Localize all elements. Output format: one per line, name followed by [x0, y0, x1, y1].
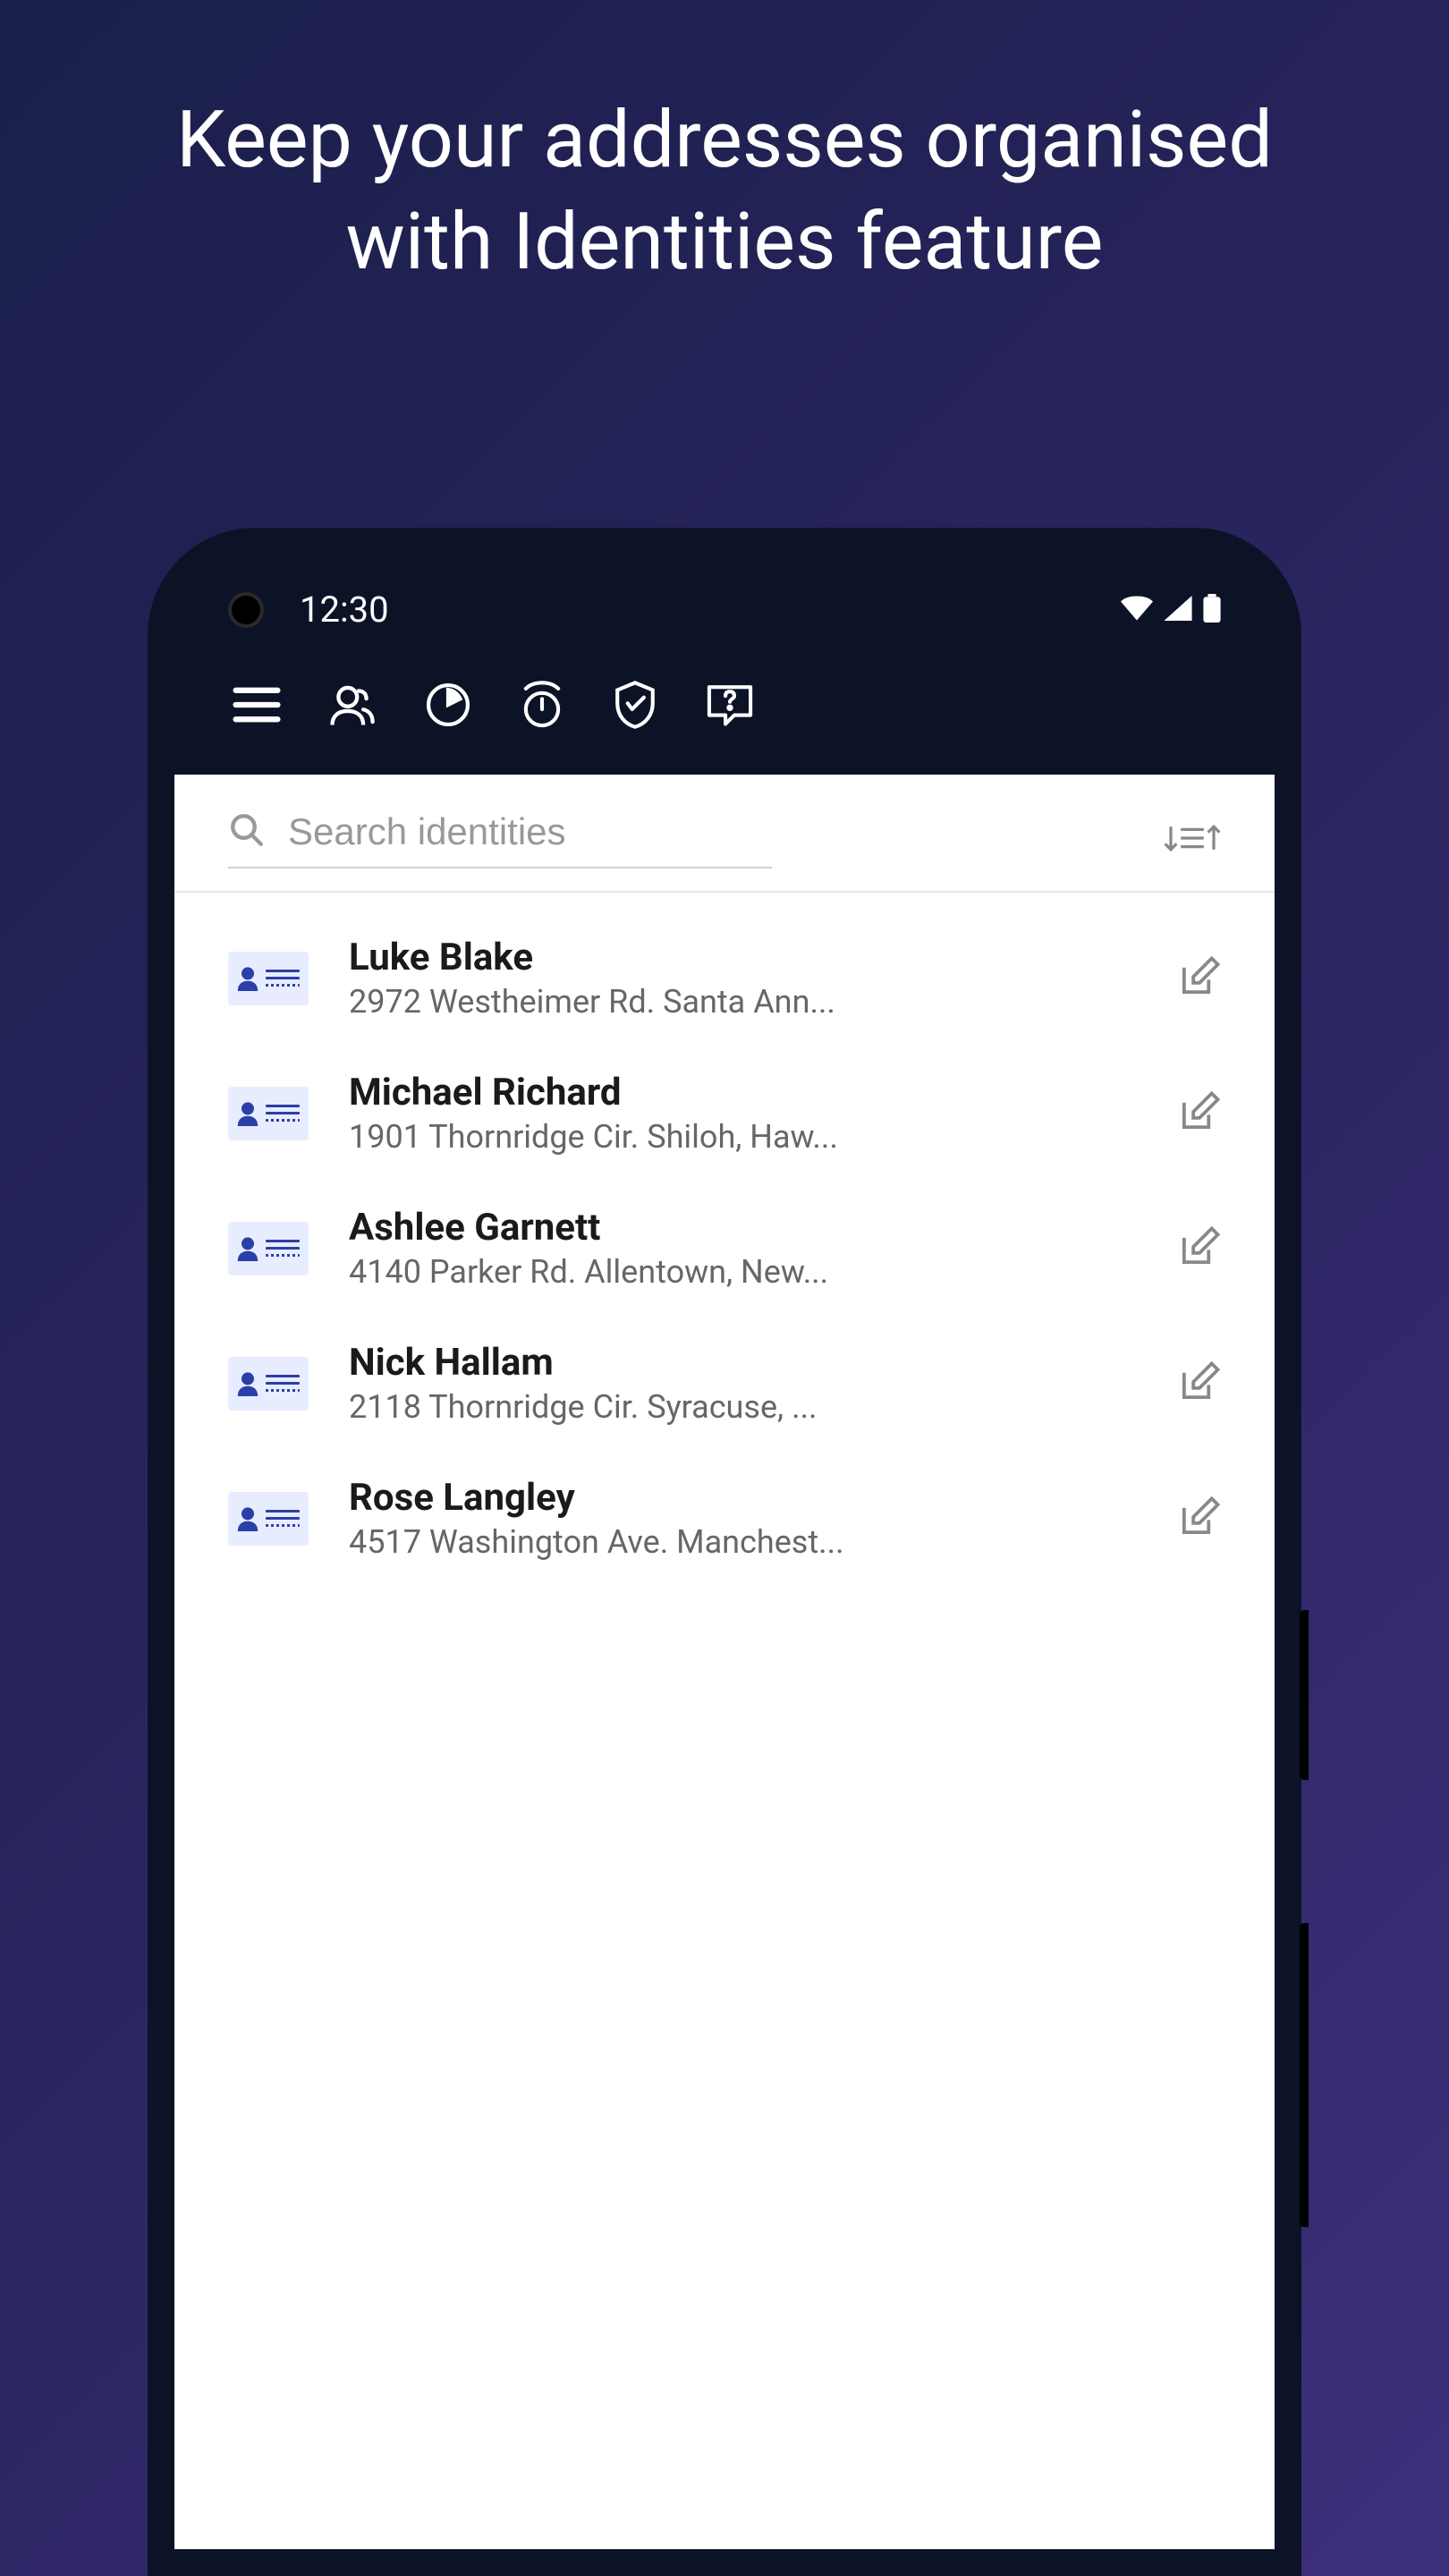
status-bar: 12:30: [174, 555, 1275, 653]
edit-icon[interactable]: [1178, 1360, 1221, 1407]
identity-item[interactable]: Ashlee Garnett 4140 Parker Rd. Allentown…: [174, 1181, 1275, 1316]
content-area: Luke Blake 2972 Westheimer Rd. Santa Ann…: [174, 775, 1275, 2549]
identity-name: Michael Richard: [349, 1071, 1138, 1114]
signal-icon: [1164, 596, 1192, 624]
edit-icon[interactable]: [1178, 955, 1221, 1002]
identity-card-icon: [228, 1222, 309, 1275]
identity-item[interactable]: Rose Langley 4517 Washington Ave. Manche…: [174, 1451, 1275, 1586]
search-input[interactable]: [288, 810, 772, 853]
identity-card-icon: [228, 952, 309, 1005]
help-icon[interactable]: [705, 682, 755, 728]
generator-icon[interactable]: [424, 681, 472, 729]
hero-title: Keep your addresses organised with Ident…: [0, 0, 1449, 294]
identity-name: Ashlee Garnett: [349, 1206, 1138, 1250]
identity-name: Nick Hallam: [349, 1341, 1138, 1385]
camera-cutout: [228, 592, 264, 628]
search-icon: [228, 811, 266, 852]
identity-name: Rose Langley: [349, 1476, 1138, 1520]
wifi-icon: [1121, 596, 1153, 624]
status-time: 12:30: [300, 589, 389, 631]
phone-frame: 12:30: [148, 528, 1301, 2576]
identity-address: 4517 Washington Ave. Manchest...: [349, 1523, 1138, 1561]
phone-side-button: [1300, 1923, 1309, 2227]
identity-address: 1901 Thornridge Cir. Shiloh, Haw...: [349, 1118, 1138, 1156]
identity-address: 2972 Westheimer Rd. Santa Ann...: [349, 983, 1138, 1021]
sort-icon[interactable]: [1164, 819, 1221, 860]
identity-list: Luke Blake 2972 Westheimer Rd. Santa Ann…: [174, 893, 1275, 1604]
identity-address: 4140 Parker Rd. Allentown, New...: [349, 1253, 1138, 1291]
identity-item[interactable]: Nick Hallam 2118 Thornridge Cir. Syracus…: [174, 1316, 1275, 1451]
search-bar: [174, 775, 1275, 893]
edit-icon[interactable]: [1178, 1090, 1221, 1137]
identity-address: 2118 Thornridge Cir. Syracuse, ...: [349, 1388, 1138, 1426]
app-toolbar: [174, 653, 1275, 775]
autofill-icon[interactable]: [519, 680, 565, 730]
identity-card-icon: [228, 1087, 309, 1140]
identity-card-icon: [228, 1357, 309, 1411]
battery-icon: [1203, 594, 1221, 626]
edit-icon[interactable]: [1178, 1496, 1221, 1542]
identity-item[interactable]: Michael Richard 1901 Thornridge Cir. Shi…: [174, 1046, 1275, 1181]
phone-side-button: [1300, 1610, 1309, 1780]
identity-name: Luke Blake: [349, 936, 1138, 979]
menu-icon[interactable]: [233, 685, 281, 724]
security-icon[interactable]: [612, 680, 658, 730]
edit-icon[interactable]: [1178, 1225, 1221, 1272]
identities-icon[interactable]: [327, 682, 377, 728]
phone-screen: 12:30: [174, 555, 1275, 2549]
identity-card-icon: [228, 1492, 309, 1546]
identity-item[interactable]: Luke Blake 2972 Westheimer Rd. Santa Ann…: [174, 911, 1275, 1046]
